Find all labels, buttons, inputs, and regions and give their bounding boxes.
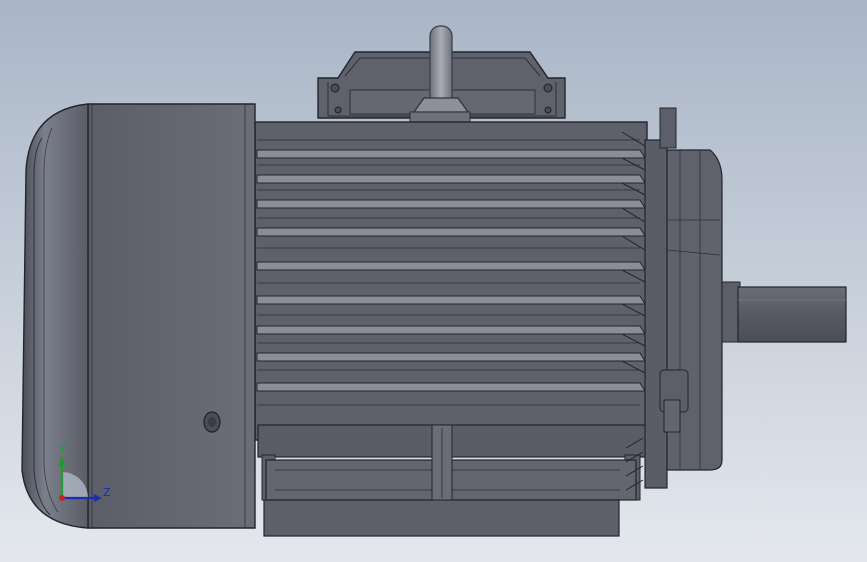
- fan-shroud[interactable]: [87, 103, 256, 529]
- drive-end-bracket[interactable]: [644, 107, 723, 489]
- output-shaft[interactable]: [721, 281, 847, 343]
- triad-z-label: Z: [103, 486, 111, 499]
- terminal-box-screw-icon: [330, 83, 340, 93]
- triad-x-axis-point: [59, 495, 65, 501]
- triad-y-label: Y: [59, 443, 66, 456]
- terminal-box-screw-icon: [543, 83, 553, 93]
- graphics-viewport[interactable]: Y Z: [0, 0, 867, 562]
- motor-model-view[interactable]: [0, 0, 867, 562]
- motor-feet[interactable]: [257, 424, 647, 537]
- end-cap[interactable]: [21, 103, 89, 529]
- terminal-box-screw-icon: [544, 106, 552, 114]
- stator-frame[interactable]: [254, 121, 648, 441]
- terminal-box-screw-icon: [334, 106, 342, 114]
